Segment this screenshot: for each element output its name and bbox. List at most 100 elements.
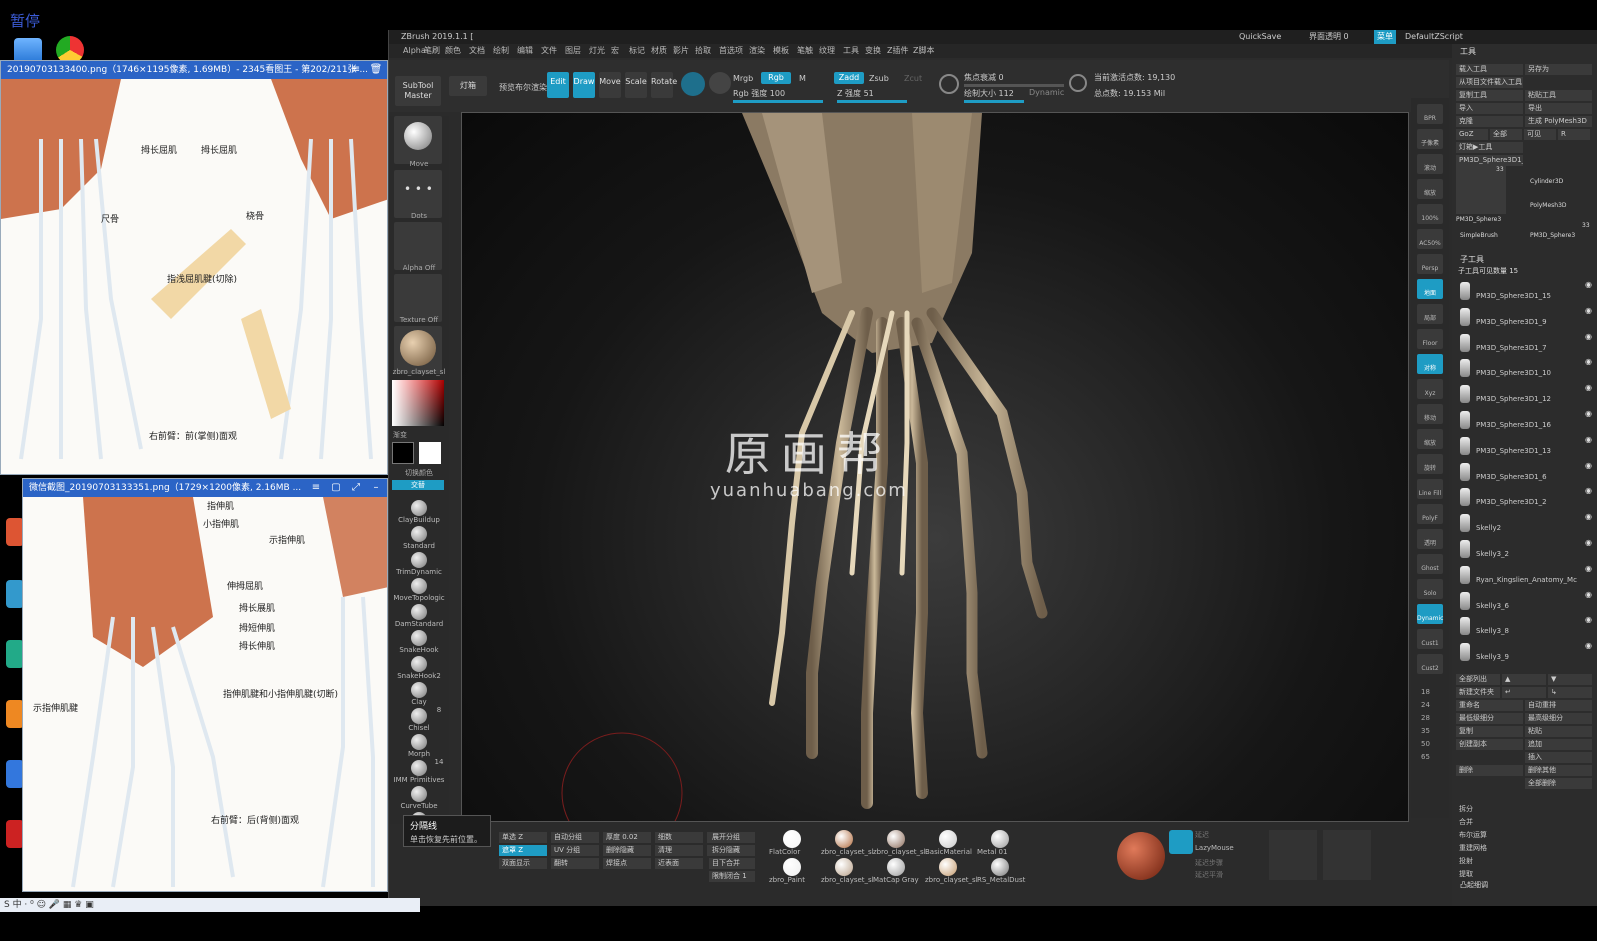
tool-button[interactable]: GoZ xyxy=(1456,129,1488,140)
right-shelf-button[interactable]: Persp xyxy=(1417,254,1443,274)
brush-label[interactable]: Chisel xyxy=(389,724,449,732)
material-label[interactable]: Metal 01 xyxy=(977,848,1007,856)
eye-icon[interactable]: ◉ xyxy=(1585,461,1592,470)
subtool-action[interactable]: 删除 xyxy=(1456,765,1523,776)
bottom-button[interactable]: 清理 xyxy=(655,845,703,856)
tool-button[interactable]: 导出 xyxy=(1525,103,1592,114)
image-viewer-back[interactable]: 微信截图_20190703133351.png（1729×1200像素, 2.1… xyxy=(22,478,388,892)
tool-button[interactable]: 可见 xyxy=(1524,129,1556,140)
right-shelf-number[interactable]: 65 xyxy=(1421,753,1430,761)
subtool-action[interactable]: 粘贴 xyxy=(1525,726,1592,737)
subtool-header[interactable]: 子工具 xyxy=(1460,254,1484,265)
eye-icon[interactable]: ◉ xyxy=(1585,486,1592,495)
brush-selector[interactable] xyxy=(394,116,442,164)
bottom-button[interactable]: 限制闭合 1 xyxy=(709,871,755,882)
brush-label[interactable]: Clay xyxy=(389,698,449,706)
menu-20[interactable]: 变换 xyxy=(865,44,881,58)
ime-toolbar[interactable]: S 中 · ⁰ ☺ 🎤 ▦ ♛ ▣ xyxy=(0,898,420,912)
menu-icon[interactable]: ≡ xyxy=(347,61,365,79)
material-ball[interactable] xyxy=(939,858,957,876)
lazy-label[interactable]: 延迟平滑 xyxy=(1195,870,1223,880)
subtool-row[interactable]: Skelly3_6 ◉ xyxy=(1452,588,1597,614)
bottom-button[interactable]: 细数 xyxy=(655,832,703,843)
menu-icon[interactable]: ≡ xyxy=(307,479,325,497)
brush-icon[interactable] xyxy=(411,552,427,568)
menu-4[interactable]: 绘制 xyxy=(493,44,509,58)
material-ball[interactable] xyxy=(887,830,905,848)
material-ball[interactable] xyxy=(835,858,853,876)
eye-icon[interactable]: ◉ xyxy=(1585,280,1592,289)
right-shelf-number[interactable]: 35 xyxy=(1421,727,1430,735)
subtool-action[interactable]: 最低级细分 xyxy=(1456,713,1523,724)
eye-icon[interactable]: ◉ xyxy=(1585,409,1592,418)
menu-22[interactable]: Z脚本 xyxy=(913,44,934,58)
material-label[interactable]: zbro_Paint xyxy=(769,876,805,884)
move-button[interactable]: Move xyxy=(599,72,621,98)
bottom-button[interactable]: 双面显示 xyxy=(499,858,547,869)
menu-6[interactable]: 文件 xyxy=(541,44,557,58)
brush-icon[interactable] xyxy=(411,500,427,516)
material-label[interactable]: zbro_clayset_sl xyxy=(925,876,978,884)
lazy-label[interactable]: 延迟 xyxy=(1195,830,1209,840)
tool-thumb-label[interactable]: PM3D_Sphere3 xyxy=(1530,232,1575,239)
tool-button[interactable]: 从项目文件载入工具 xyxy=(1456,77,1523,88)
subtool-row[interactable]: Skelly3_2 ◉ xyxy=(1452,536,1597,562)
brush-icon[interactable] xyxy=(411,604,427,620)
image-viewer-front[interactable]: 20190703133400.png（1746×1195像素, 1.69MB）-… xyxy=(0,60,388,475)
material-label[interactable]: FlatColor xyxy=(769,848,800,856)
scale-button[interactable]: Scale xyxy=(625,72,647,98)
eye-icon[interactable]: ◉ xyxy=(1585,306,1592,315)
brush-icon[interactable] xyxy=(411,734,427,750)
right-shelf-button[interactable]: Solo xyxy=(1417,579,1443,599)
menu-13[interactable]: 拾取 xyxy=(695,44,711,58)
menu-19[interactable]: 工具 xyxy=(843,44,859,58)
menu-15[interactable]: 渲染 xyxy=(749,44,765,58)
lazy-mouse-label[interactable]: LazyMouse xyxy=(1195,844,1234,852)
bottom-button[interactable]: 翻转 xyxy=(551,858,599,869)
alpha-selector[interactable] xyxy=(394,222,442,270)
tool-button[interactable]: 全部 xyxy=(1490,129,1522,140)
brush-label[interactable]: IMM Primitives xyxy=(389,776,449,784)
dynamic-toggle[interactable]: Dynamic xyxy=(1029,88,1064,97)
mrgb-toggle[interactable]: Mrgb xyxy=(733,74,753,83)
menu-2[interactable]: 颜色 xyxy=(445,44,461,58)
subtool-menu-item[interactable]: 拆分 xyxy=(1456,804,1594,815)
interface-transparency[interactable]: 界面透明 0 xyxy=(1309,30,1349,44)
alternate-toggle[interactable]: 交替 xyxy=(392,480,444,490)
right-shelf-button[interactable]: 移动 xyxy=(1417,404,1443,424)
right-shelf-button[interactable]: AC50% xyxy=(1417,229,1443,249)
right-shelf-button[interactable]: 缩放 xyxy=(1417,429,1443,449)
subtool-action[interactable]: 新建文件夹 xyxy=(1456,687,1500,698)
right-shelf-button[interactable]: 局部 xyxy=(1417,304,1443,324)
lightbox-button[interactable]: 灯箱 xyxy=(449,76,487,96)
material-label[interactable]: zbro_clayset_sl xyxy=(821,876,874,884)
subtool-row[interactable]: PM3D_Sphere3D1_6 ◉ xyxy=(1452,459,1597,485)
subtool-row[interactable]: Skelly2 ◉ xyxy=(1452,510,1597,536)
menu-1[interactable]: 笔刷 xyxy=(424,44,440,58)
draw-size-bar[interactable] xyxy=(964,100,1024,103)
brush-icon[interactable] xyxy=(411,656,427,672)
menu-11[interactable]: 材质 xyxy=(651,44,667,58)
bottom-button[interactable]: 焊接点 xyxy=(603,858,651,869)
menu-7[interactable]: 图层 xyxy=(565,44,581,58)
menu-9[interactable]: 宏 xyxy=(611,44,619,58)
subtool-action[interactable]: 全部列出 xyxy=(1456,674,1500,685)
menu-12[interactable]: 影片 xyxy=(673,44,689,58)
brush-label[interactable]: ClayBuildup xyxy=(389,516,449,524)
brush-label[interactable]: TrimDynamic xyxy=(389,568,449,576)
edit-button[interactable]: Edit xyxy=(547,72,569,98)
tool-button[interactable]: 载入工具 xyxy=(1456,64,1523,75)
draw-button[interactable]: Draw xyxy=(573,72,595,98)
menu-21[interactable]: Z插件 xyxy=(887,44,908,58)
material-ball[interactable] xyxy=(783,858,801,876)
default-zscript[interactable]: DefaultZScript xyxy=(1405,30,1463,44)
brush-label[interactable]: CurveTube xyxy=(389,802,449,810)
right-shelf-button[interactable]: Xyz xyxy=(1417,379,1443,399)
right-shelf-button[interactable]: 旋转 xyxy=(1417,454,1443,474)
brush-icon[interactable] xyxy=(411,526,427,542)
subtool-row[interactable]: PM3D_Sphere3D1_7 ◉ xyxy=(1452,330,1597,356)
subtool-row[interactable]: PM3D_Sphere3D1_10 ◉ xyxy=(1452,355,1597,381)
right-shelf-button[interactable]: Dynamic xyxy=(1417,604,1443,624)
right-shelf-button[interactable]: Line Fill xyxy=(1417,479,1443,499)
fullscreen-icon[interactable]: ⤢ xyxy=(347,479,365,497)
